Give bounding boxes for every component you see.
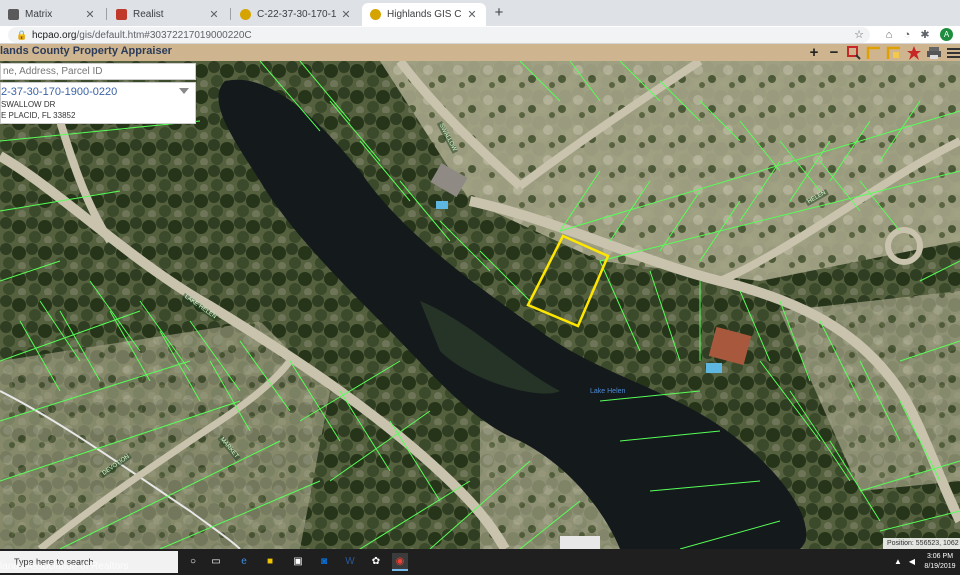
- tab-title: Realist: [133, 9, 164, 20]
- taskbar-clock[interactable]: 3:06 PM 8/19/2019: [920, 552, 960, 572]
- new-tab-button[interactable]: +: [490, 5, 508, 23]
- close-tab-icon[interactable]: ✕: [340, 8, 352, 21]
- tab-parcel-record[interactable]: C-22-37-30-170-1900-0220 - Hig ✕: [232, 3, 360, 26]
- address-bar[interactable]: 🔒 hcpao.org /gis/default.htm#30372217019…: [8, 27, 870, 43]
- clock-date: 8/19/2019: [924, 563, 956, 570]
- aerial-map-canvas[interactable]: [0, 61, 960, 549]
- watermark-text: lands Association of Realtors: [0, 561, 129, 572]
- close-tab-icon[interactable]: ✕: [208, 8, 220, 21]
- tab-title: Highlands GIS C-22-37-30-170-: [387, 9, 462, 20]
- task-view-icon[interactable]: ▭: [208, 553, 224, 571]
- chevron-down-icon[interactable]: [179, 88, 189, 94]
- close-tab-icon[interactable]: ✕: [84, 8, 96, 21]
- browser-tab-strip: Matrix ✕ Realist ✕ C-22-37-30-170-1900-0…: [0, 0, 960, 26]
- plus-icon[interactable]: +: [806, 44, 822, 61]
- layers-icon[interactable]: [886, 45, 902, 61]
- url-path: /gis/default.htm#3037221701900022​0C: [76, 29, 252, 41]
- windows-taskbar: Type here to search ○ ▭ e ■ ▣ ◙ W ✿ ◉ 3:…: [0, 549, 960, 575]
- bookmark-icon[interactable]: [906, 45, 922, 61]
- close-tab-icon[interactable]: ✕: [466, 8, 478, 21]
- cortana-icon[interactable]: ○: [185, 553, 201, 571]
- word-icon[interactable]: W: [342, 553, 358, 571]
- clock-time: 3:06 PM: [926, 553, 954, 560]
- chrome-icon[interactable]: ◉: [392, 553, 408, 571]
- bookmark-star-icon[interactable]: ☆: [854, 28, 864, 41]
- app-icon[interactable]: ✿: [368, 553, 384, 571]
- result-city-line: E PLACID, FL 33852: [1, 111, 76, 120]
- zoom-box-icon[interactable]: [846, 45, 862, 61]
- map-toolbar: + −: [806, 44, 960, 61]
- tab-divider: [230, 8, 231, 20]
- realist-favicon-icon: [116, 9, 127, 20]
- url-host: hcpao.org: [32, 29, 77, 41]
- position-readout: Position: 556523, 1062: [883, 538, 960, 549]
- outlook-icon[interactable]: ◙: [316, 553, 332, 571]
- tab-title: Matrix: [25, 9, 53, 20]
- tab-divider: [106, 8, 107, 20]
- minus-icon[interactable]: −: [826, 44, 842, 61]
- app-title: lands County Property Appraiser: [0, 45, 172, 57]
- tab-highlands-gis[interactable]: Highlands GIS C-22-37-30-170- ✕: [362, 3, 486, 26]
- search-result-card[interactable]: 2-37-30-170-1900-0220 SWALLOW DR E PLACI…: [0, 82, 196, 124]
- print-icon[interactable]: [926, 45, 942, 61]
- menu-icon[interactable]: [946, 45, 960, 61]
- gis-map[interactable]: SWALLOW LAKE HELEN DEVOTION MARKET HELEN: [0, 61, 960, 549]
- browser-toolbar: 🔒 hcpao.org /gis/default.htm#30372217019…: [0, 26, 960, 44]
- store-icon[interactable]: ▣: [290, 553, 306, 571]
- matrix-favicon-icon: [8, 9, 19, 20]
- file-explorer-icon[interactable]: ■: [262, 553, 278, 571]
- parcel-search-input[interactable]: [0, 63, 196, 80]
- result-parcel-id[interactable]: 2-37-30-170-1900-0220: [1, 86, 117, 98]
- edge-icon[interactable]: e: [236, 553, 252, 571]
- lake-label: Lake Helen: [590, 388, 626, 395]
- appraiser-favicon-icon: [370, 9, 381, 20]
- result-address-line: SWALLOW DR: [1, 100, 56, 109]
- app-header: lands County Property Appraiser + −: [0, 44, 960, 61]
- lock-icon: 🔒: [16, 30, 28, 40]
- tab-matrix[interactable]: Matrix ✕: [0, 3, 104, 26]
- volume-icon[interactable]: ◀: [904, 553, 920, 571]
- extension-puzzle-icon[interactable]: ✱: [918, 28, 932, 42]
- extension-icon[interactable]: ⌂: [882, 28, 896, 42]
- appraiser-favicon-icon: [240, 9, 251, 20]
- measure-icon[interactable]: [866, 45, 882, 61]
- tab-realist[interactable]: Realist ✕: [108, 3, 228, 26]
- tab-title: C-22-37-30-170-1900-0220 - Hig: [257, 9, 336, 20]
- profile-avatar[interactable]: A: [940, 28, 953, 41]
- extension-icon[interactable]: ◔: [900, 28, 914, 42]
